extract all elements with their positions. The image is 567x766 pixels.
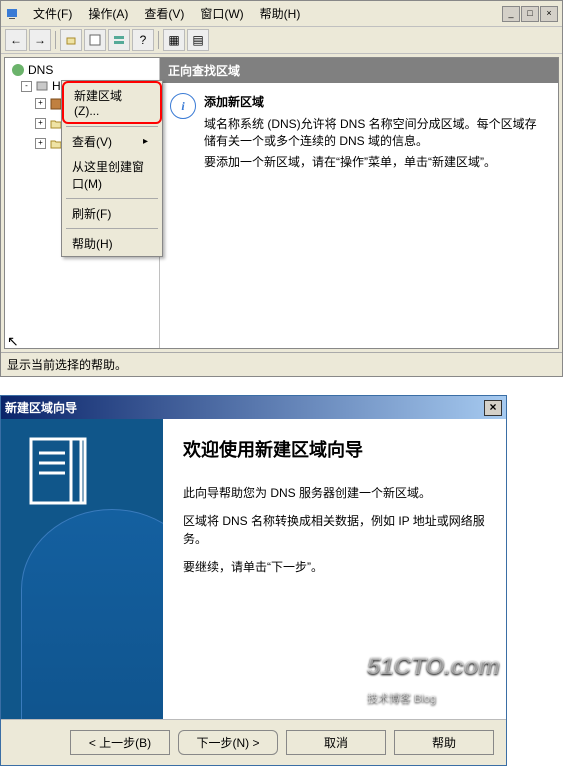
menu-separator [66, 126, 158, 127]
minimize-button[interactable]: _ [502, 6, 520, 22]
wizard-paragraph-3: 要继续，请单击“下一步”。 [183, 558, 486, 576]
status-bar: 显示当前选择的帮助。 [1, 352, 562, 376]
detail-title: 添加新区域 [204, 93, 548, 110]
separator [55, 31, 56, 49]
menu-item-new-zone[interactable]: 新建区域(Z)... [62, 81, 162, 124]
dns-icon [11, 63, 25, 77]
nav-fwd-button[interactable]: → [29, 29, 51, 51]
restore-button[interactable]: □ [521, 6, 539, 22]
menubar: 文件(F) 操作(A) 查看(V) 窗口(W) 帮助(H) _ □ × [1, 1, 562, 27]
detail-pane: 正向查找区域 i 添加新区域 域名称系统 (DNS)允许将 DNS 名称空间分成… [160, 58, 558, 348]
menu-action[interactable]: 操作(A) [80, 3, 136, 24]
tree-root[interactable]: DNS [7, 62, 157, 78]
detail-paragraph-1: 域名称系统 (DNS)允许将 DNS 名称空间分成区域。每个区域存储有关一个或多… [204, 116, 548, 150]
wizard-close-button[interactable]: × [484, 400, 502, 416]
properties-button[interactable] [84, 29, 106, 51]
detail-paragraph-2: 要添加一个新区域，请在“操作”菜单，单击“新建区域”。 [204, 154, 548, 171]
tool-1[interactable]: ▦ [163, 29, 185, 51]
menu-help[interactable]: 帮助(H) [252, 3, 309, 24]
expand-icon[interactable]: + [35, 98, 46, 109]
wizard-button-bar: < 上一步(B) 下一步(N) > 取消 帮助 51CTO.com 技术博客 B… [1, 719, 506, 765]
tool-2[interactable]: ▤ [187, 29, 209, 51]
toolbar: ← → ? ▦ ▤ [1, 27, 562, 54]
expand-icon[interactable]: + [35, 118, 46, 129]
wizard-title: 新建区域向导 [5, 399, 77, 416]
cancel-button[interactable]: 取消 [286, 730, 386, 755]
inner-window-controls: _ □ × [502, 6, 558, 22]
up-button[interactable] [60, 29, 82, 51]
menu-item-refresh[interactable]: 刷新(F) [62, 201, 162, 226]
help-button[interactable]: 帮助 [394, 730, 494, 755]
next-button[interactable]: 下一步(N) > [178, 730, 278, 755]
wizard-side-graphic [1, 419, 163, 719]
menu-item-label: 查看(V) [72, 133, 112, 150]
mouse-cursor-icon: ↖ [7, 333, 19, 350]
dns-console-window: 文件(F) 操作(A) 查看(V) 窗口(W) 帮助(H) _ □ × ← → … [0, 0, 563, 377]
back-button[interactable]: < 上一步(B) [70, 730, 170, 755]
menu-item-label: 从这里创建窗口(M) [72, 158, 148, 192]
server-icon [35, 79, 49, 93]
detail-header: 正向查找区域 [160, 58, 558, 83]
menu-file[interactable]: 文件(F) [25, 3, 80, 24]
tree-root-label: DNS [28, 63, 53, 77]
menu-item-label: 新建区域(Z)... [74, 87, 146, 118]
wizard-heading: 欢迎使用新建区域向导 [183, 439, 486, 462]
collapse-icon[interactable]: - [21, 81, 32, 92]
help-button[interactable]: ? [132, 29, 154, 51]
refresh-button[interactable] [108, 29, 130, 51]
separator [158, 31, 159, 49]
new-zone-wizard: 新建区域向导 × 欢迎使用新建区域向导 此向导帮助您为 DNS 服务器创建一个新… [0, 395, 507, 766]
menu-item-label: 刷新(F) [72, 205, 111, 222]
wizard-paragraph-2: 区域将 DNS 名称转换成相关数据，例如 IP 地址或网络服务。 [183, 512, 486, 548]
expand-icon[interactable]: + [35, 138, 46, 149]
nav-back-button[interactable]: ← [5, 29, 27, 51]
menu-item-new-window[interactable]: 从这里创建窗口(M) [62, 154, 162, 196]
menu-item-help[interactable]: 帮助(H) [62, 231, 162, 256]
close-button[interactable]: × [540, 6, 558, 22]
wizard-titlebar: 新建区域向导 × [1, 396, 506, 419]
context-menu: 新建区域(Z)... 查看(V) 从这里创建窗口(M) 刷新(F) 帮助(H) [61, 80, 163, 257]
tree-pane[interactable]: DNS - HDWNT2 + 事件查看器 + [5, 58, 160, 348]
menu-separator [66, 198, 158, 199]
app-icon [5, 6, 21, 22]
menu-item-view[interactable]: 查看(V) [62, 129, 162, 154]
info-icon: i [170, 93, 196, 119]
watermark: 51CTO.com 技术博客 Blog [367, 653, 500, 709]
menu-separator [66, 228, 158, 229]
client-area: DNS - HDWNT2 + 事件查看器 + [4, 57, 559, 349]
menu-item-label: 帮助(H) [72, 235, 113, 252]
menu-view[interactable]: 查看(V) [136, 3, 192, 24]
wizard-paragraph-1: 此向导帮助您为 DNS 服务器创建一个新区域。 [183, 484, 486, 502]
menu-window[interactable]: 窗口(W) [192, 3, 251, 24]
